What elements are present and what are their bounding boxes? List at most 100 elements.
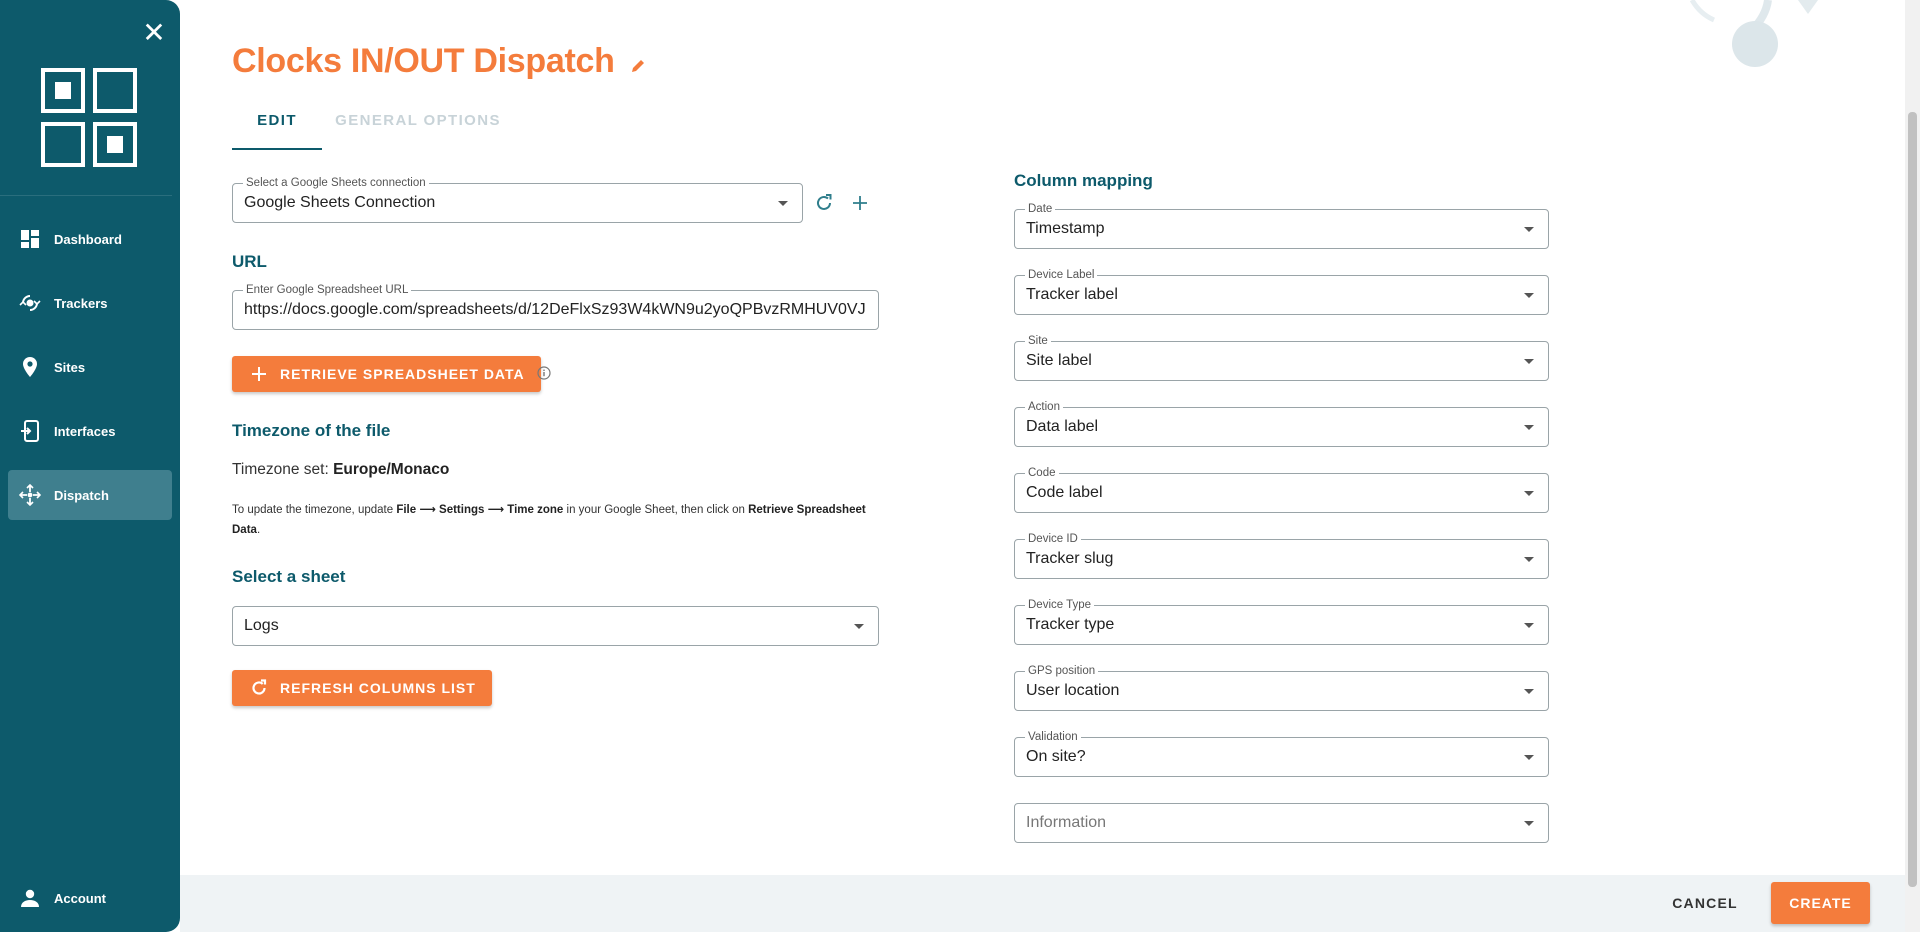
tab-general-options[interactable]: GENERAL OPTIONS (328, 112, 508, 150)
dropdown-arrow-icon (1524, 557, 1534, 562)
info-icon[interactable] (537, 366, 551, 380)
dropdown-arrow-icon (1524, 425, 1534, 430)
field-value: Site label (1026, 352, 1092, 369)
field-label: Validation (1025, 730, 1081, 744)
field-label: Device Type (1025, 598, 1095, 612)
dispatch-icon (18, 483, 42, 507)
sidebar-item-trackers[interactable]: Trackers (8, 278, 172, 328)
sidebar-item-label: Trackers (54, 295, 108, 311)
dashboard-icon (18, 227, 42, 251)
help-bold: Settings (439, 504, 485, 516)
logo-square-fill (107, 136, 123, 153)
refresh-connections-icon[interactable] (812, 191, 836, 215)
sheet-select[interactable]: Logs (232, 606, 879, 646)
refresh-icon (250, 679, 268, 697)
sidebar-item-account[interactable]: Account (8, 873, 172, 923)
dropdown-arrow-icon (854, 624, 864, 629)
help-text: . (256, 524, 261, 536)
plus-icon (250, 365, 268, 383)
field-value: Data label (1026, 418, 1099, 435)
sidebar-item-label: Sites (54, 359, 86, 375)
field-label: Site (1025, 334, 1051, 348)
timezone-heading: Timezone of the file (232, 421, 391, 440)
interfaces-icon (18, 419, 42, 443)
field-label: Enter Google Spreadsheet URL (243, 283, 412, 297)
field-value: On site? (1026, 748, 1086, 765)
timezone-set-text: Timezone set: Europe/Monaco (232, 461, 449, 479)
sidebar-item-sites[interactable]: Sites (8, 342, 172, 392)
device-type-column-select[interactable]: Device Type Tracker type (1014, 598, 1549, 645)
spreadsheet-url-input[interactable]: Enter Google Spreadsheet URL https://doc… (232, 283, 879, 330)
date-column-select[interactable]: Date Timestamp (1014, 202, 1549, 249)
trackers-icon (18, 291, 42, 315)
field-label: Code (1025, 466, 1059, 480)
field-label: Select a Google Sheets connection (243, 176, 429, 190)
field-value: https://docs.google.com/spreadsheets/d/1… (244, 301, 866, 318)
cancel-button[interactable]: CANCEL (1660, 885, 1750, 921)
page-title: Clocks IN/OUT Dispatch (232, 42, 615, 80)
dropdown-arrow-icon (1524, 359, 1534, 364)
button-label: REFRESH COLUMNS LIST (280, 680, 476, 696)
refresh-columns-list-button[interactable]: REFRESH COLUMNS LIST (232, 670, 492, 706)
sidebar-item-label: Account (54, 890, 106, 906)
create-button[interactable]: CREATE (1771, 882, 1870, 924)
add-connection-icon[interactable] (848, 191, 872, 215)
sidebar: ✕ Dashboard Trackers Sites Interfaces Di… (0, 0, 180, 932)
url-heading: URL (232, 252, 267, 271)
location-pin-icon (18, 355, 42, 379)
field-label: Date (1025, 202, 1056, 216)
device-id-column-select[interactable]: Device ID Tracker slug (1014, 532, 1549, 579)
dropdown-arrow-icon (1524, 821, 1534, 826)
field-placeholder: Information (1026, 814, 1107, 831)
sidebar-item-dispatch[interactable]: Dispatch (8, 470, 172, 520)
help-bold: File (396, 504, 417, 516)
field-value: Google Sheets Connection (244, 194, 436, 211)
sidebar-item-interfaces[interactable]: Interfaces (8, 406, 172, 456)
device-label-column-select[interactable]: Device Label Tracker label (1014, 268, 1549, 315)
dropdown-arrow-icon (1524, 293, 1534, 298)
close-sidebar-icon[interactable]: ✕ (141, 19, 167, 47)
information-column-select[interactable]: Information (1014, 803, 1549, 843)
gps-position-column-select[interactable]: GPS position User location (1014, 664, 1549, 711)
sidebar-item-label: Interfaces (54, 423, 116, 439)
logo-square-fill (55, 82, 71, 99)
dropdown-arrow-icon (1524, 491, 1534, 496)
google-sheets-connection-select[interactable]: Select a Google Sheets connection Google… (232, 176, 803, 223)
app-logo (41, 68, 137, 167)
help-arrow: ⟶ (484, 504, 508, 516)
field-value: Code label (1026, 484, 1103, 501)
field-label: Device Label (1025, 268, 1098, 282)
field-value: Logs (244, 617, 279, 634)
select-sheet-heading: Select a sheet (232, 567, 346, 586)
action-column-select[interactable]: Action Data label (1014, 400, 1549, 447)
field-value: Tracker type (1026, 616, 1115, 633)
edit-title-pencil-icon[interactable] (630, 58, 646, 74)
retrieve-spreadsheet-data-button[interactable]: RETRIEVE SPREADSHEET DATA (232, 356, 541, 392)
field-label: Device ID (1025, 532, 1081, 546)
help-bold: Time zone (507, 504, 564, 516)
footer-bar (180, 875, 1905, 932)
validation-column-select[interactable]: Validation On site? (1014, 730, 1549, 777)
field-label: Action (1025, 400, 1063, 414)
field-value: Tracker slug (1026, 550, 1114, 567)
sidebar-item-dashboard[interactable]: Dashboard (8, 214, 172, 264)
timezone-help-text: To update the timezone, update File ⟶ Se… (232, 500, 872, 540)
help-text: To update the timezone, update (232, 504, 397, 516)
sidebar-item-label: Dispatch (54, 487, 109, 503)
dropdown-arrow-icon (1524, 623, 1534, 628)
dropdown-arrow-icon (1524, 755, 1534, 760)
dropdown-arrow-icon (1524, 227, 1534, 232)
field-value: Timestamp (1026, 220, 1105, 237)
logo-square (41, 122, 85, 167)
decorative-illustration (1690, 0, 1818, 67)
button-label: RETRIEVE SPREADSHEET DATA (280, 366, 525, 382)
help-arrow: ⟶ (416, 504, 440, 516)
tab-edit[interactable]: EDIT (232, 112, 322, 150)
page-scrollbar[interactable] (1905, 0, 1920, 932)
logo-square (93, 68, 137, 113)
column-mapping-heading: Column mapping (1014, 171, 1153, 190)
code-column-select[interactable]: Code Code label (1014, 466, 1549, 513)
site-column-select[interactable]: Site Site label (1014, 334, 1549, 381)
field-value: User location (1026, 682, 1120, 699)
scrollbar-thumb[interactable] (1908, 112, 1917, 887)
